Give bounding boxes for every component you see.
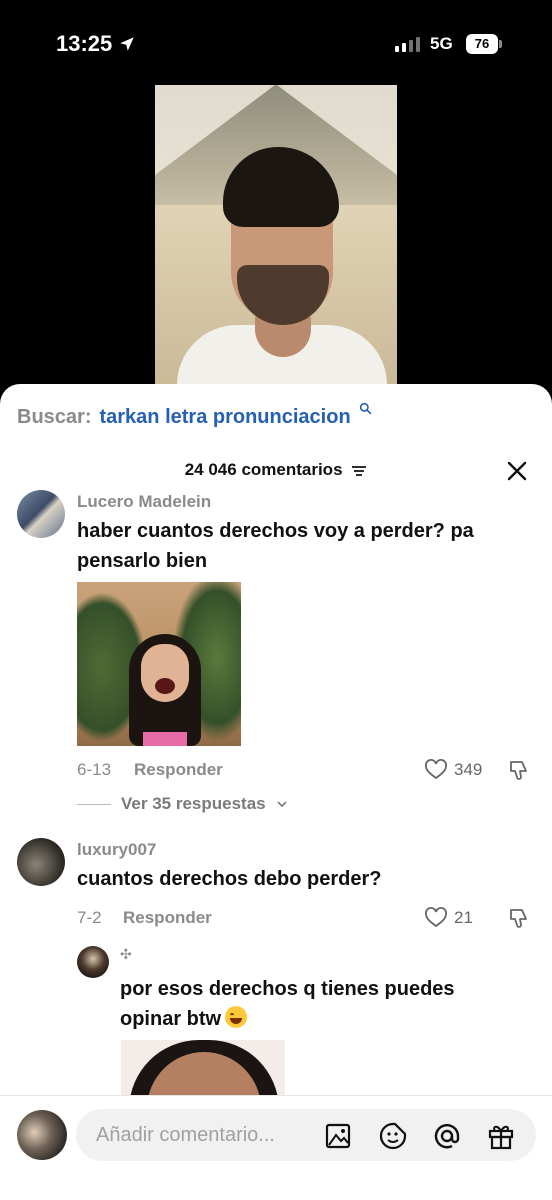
search-label: Buscar: bbox=[17, 406, 92, 428]
reply-username[interactable]: ✣ bbox=[120, 946, 132, 963]
filter-icon[interactable] bbox=[351, 465, 367, 477]
search-suggestion[interactable]: Buscar: tarkan letra pronunciacion bbox=[17, 402, 372, 429]
comment-date: 6-13 bbox=[77, 760, 112, 779]
comment-gif-image[interactable] bbox=[77, 582, 241, 746]
location-arrow-icon bbox=[120, 37, 135, 51]
avatar[interactable] bbox=[17, 1110, 67, 1160]
search-term-link[interactable]: tarkan letra pronunciacion bbox=[99, 406, 350, 429]
avatar[interactable] bbox=[17, 838, 65, 886]
comment-input-container[interactable] bbox=[76, 1109, 536, 1161]
comments-sheet: Buscar: tarkan letra pronunciacion 24 04… bbox=[0, 384, 552, 1200]
status-bar: 13:25 5G 76 bbox=[0, 0, 552, 80]
search-icon[interactable] bbox=[359, 402, 372, 415]
reply-text: por esos derechos q tienes puedes opinar… bbox=[120, 974, 520, 1034]
view-replies-button[interactable]: Ver 35 respuestas bbox=[77, 794, 288, 814]
comment-input-bar bbox=[0, 1095, 552, 1200]
comment-date: 7-2 bbox=[77, 908, 102, 927]
comment-username[interactable]: Lucero Madelein bbox=[77, 492, 211, 512]
avatar[interactable] bbox=[17, 490, 65, 538]
like-count: 349 bbox=[454, 760, 483, 779]
dislike-icon[interactable] bbox=[507, 906, 531, 930]
comment-username[interactable]: luxury007 bbox=[77, 840, 156, 860]
comment-text: haber cuantos derechos voy a perder? pa … bbox=[77, 520, 474, 572]
image-icon[interactable] bbox=[323, 1121, 353, 1151]
reply-text-content: por esos derechos q tienes puedes opinar… bbox=[120, 978, 455, 1030]
status-time: 13:25 bbox=[56, 31, 136, 57]
heart-icon bbox=[425, 907, 447, 928]
video-player[interactable] bbox=[155, 85, 397, 395]
network-type: 5G bbox=[430, 34, 453, 53]
gift-icon[interactable] bbox=[486, 1121, 516, 1151]
sticker-icon[interactable] bbox=[378, 1121, 408, 1151]
comments-header: 24 046 comentarios bbox=[0, 456, 552, 486]
battery-level: 76 bbox=[466, 34, 498, 54]
comments-list[interactable]: Lucero Madelein haber cuantos derechos v… bbox=[0, 490, 552, 1095]
at-icon[interactable] bbox=[432, 1121, 462, 1151]
signal-icon bbox=[395, 36, 420, 52]
view-replies-label: Ver 35 respuestas bbox=[121, 794, 266, 813]
avatar[interactable] bbox=[77, 946, 109, 978]
comments-count[interactable]: 24 046 comentarios bbox=[0, 460, 552, 480]
chevron-down-icon bbox=[277, 801, 287, 808]
close-icon[interactable] bbox=[506, 460, 528, 482]
comment-input[interactable] bbox=[96, 1109, 316, 1161]
comment-text: cuantos derechos debo perder? bbox=[77, 868, 382, 890]
like-button[interactable]: 349 bbox=[424, 758, 482, 782]
reply-button[interactable]: Responder bbox=[123, 908, 212, 928]
like-button[interactable]: 21 bbox=[424, 906, 473, 930]
reply-button[interactable]: Responder bbox=[134, 760, 223, 780]
comments-count-text: 24 046 comentarios bbox=[184, 460, 343, 479]
battery-icon: 76 bbox=[466, 34, 502, 54]
dislike-icon[interactable] bbox=[507, 758, 531, 782]
heart-icon bbox=[425, 759, 447, 780]
like-count: 21 bbox=[454, 908, 473, 927]
time-text: 13:25 bbox=[56, 31, 113, 56]
grinning-sweat-emoji-icon bbox=[225, 1006, 248, 1028]
reply-gif-image[interactable] bbox=[121, 1040, 285, 1095]
